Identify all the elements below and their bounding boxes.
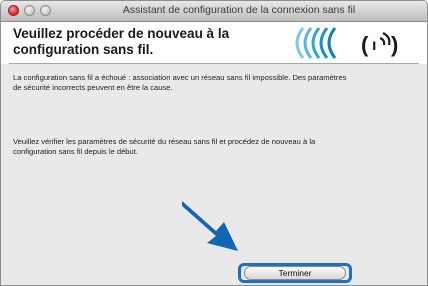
svg-text:ı: ı bbox=[372, 37, 376, 54]
wifi-logo-icon: ( ı ) bbox=[295, 27, 419, 59]
page-title-line1: Veuillez procéder de nouveau à la bbox=[13, 26, 230, 41]
zoom-window-button[interactable] bbox=[40, 5, 51, 16]
error-message: La configuration sans fil a échoué : ass… bbox=[13, 73, 413, 93]
pointer-arrow-icon bbox=[182, 201, 238, 251]
instruction-message-line1: Veuillez vérifier les paramètres de sécu… bbox=[13, 137, 316, 146]
header-divider bbox=[9, 63, 419, 64]
close-window-button[interactable] bbox=[8, 5, 19, 16]
window-title: Assistant de configuration de la connexi… bbox=[122, 4, 356, 16]
instruction-message-line2: configuration sans fil depuis le début. bbox=[13, 147, 138, 156]
page-title-line2: configuration sans fil. bbox=[13, 42, 154, 57]
wizard-window: Assistant de configuration de la connexi… bbox=[0, 0, 428, 286]
page-title: Veuillez procéder de nouveau à la config… bbox=[13, 26, 253, 58]
error-message-line1: La configuration sans fil a échoué : ass… bbox=[13, 73, 347, 82]
minimize-window-button[interactable] bbox=[24, 5, 35, 16]
finish-button[interactable]: Terminer bbox=[244, 266, 346, 280]
svg-text:): ) bbox=[391, 32, 398, 57]
error-message-line2: de sécurité incorrects peuvent en être l… bbox=[13, 83, 173, 92]
svg-text:(: ( bbox=[361, 32, 369, 57]
instruction-message: Veuillez vérifier les paramètres de sécu… bbox=[13, 137, 413, 157]
header-panel: Veuillez procéder de nouveau à la config… bbox=[1, 22, 427, 64]
title-bar[interactable]: Assistant de configuration de la connexi… bbox=[1, 1, 427, 22]
